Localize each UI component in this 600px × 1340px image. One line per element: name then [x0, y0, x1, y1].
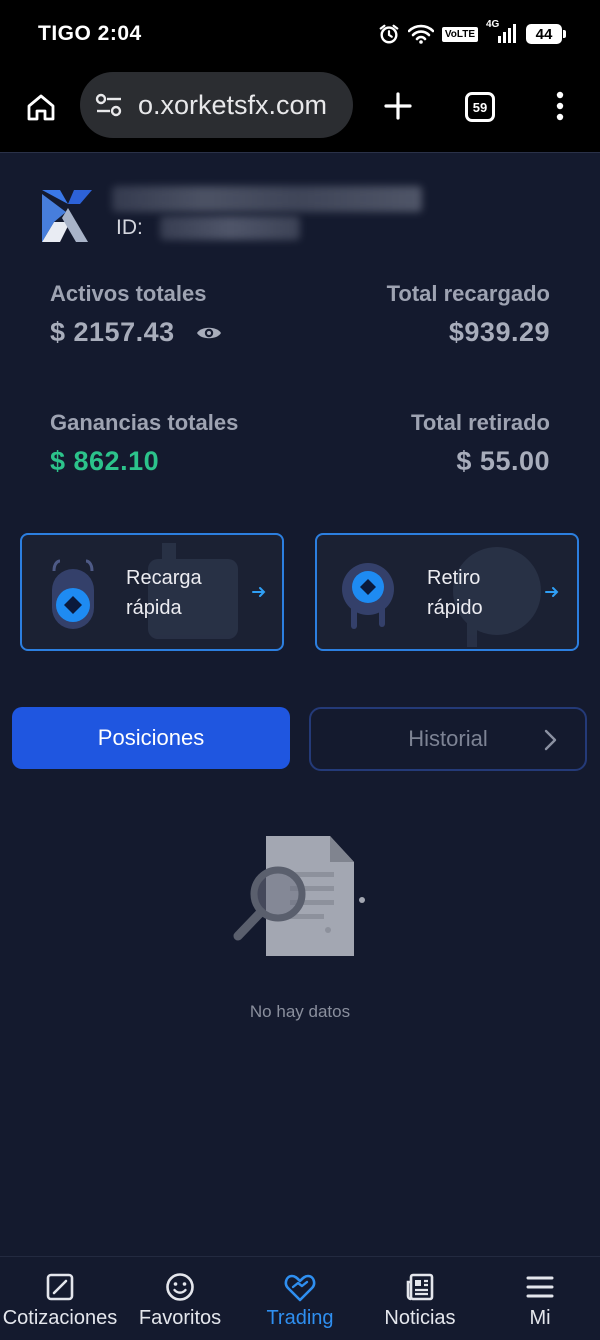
- arrow-right-icon: [545, 587, 559, 597]
- quick-withdraw-card[interactable]: Retiro rápido: [315, 533, 579, 651]
- total-profit-label: Ganancias totales: [50, 410, 239, 435]
- recharge-label-line1: Recarga: [126, 567, 202, 589]
- eye-icon[interactable]: [196, 320, 222, 346]
- recharge-label-line2: rápida: [126, 597, 182, 619]
- total-withdrawn-label: Total retirado: [411, 410, 550, 435]
- nav-item-news[interactable]: Noticias: [360, 1257, 480, 1340]
- carrier-time: TIGO 2:04: [38, 22, 142, 45]
- total-recharged-label: Total recargado: [386, 281, 550, 306]
- account-name-redacted: [112, 186, 422, 212]
- signal-icon: 4G: [486, 20, 518, 44]
- recharge-coin-icon: [52, 559, 94, 629]
- withdraw-label-line1: Retiro: [427, 567, 481, 589]
- quick-recharge-card[interactable]: Recarga rápida: [20, 533, 284, 651]
- account-id-redacted: [160, 216, 300, 240]
- browser-menu-button[interactable]: [548, 86, 572, 126]
- volte-badge: VoLTE: [441, 26, 478, 42]
- address-bar[interactable]: o.xorketsfx.com: [80, 72, 353, 138]
- total-recharged-value: $939.29: [448, 317, 550, 347]
- tab-positions[interactable]: Posiciones: [12, 707, 290, 769]
- chevron-right-icon: [544, 729, 557, 751]
- bottom-navigation: Cotizaciones Favoritos Trading Noticias …: [0, 1256, 600, 1340]
- nav-item-trading[interactable]: Trading: [240, 1257, 360, 1340]
- account-id-label: ID:: [116, 216, 143, 239]
- withdraw-label-line2: rápido: [427, 597, 483, 619]
- nav-item-me[interactable]: Mi: [480, 1257, 600, 1340]
- nav-label-me: Mi: [529, 1307, 551, 1329]
- nav-label-trading: Trading: [266, 1307, 334, 1329]
- nav-item-quotes[interactable]: Cotizaciones: [0, 1257, 120, 1340]
- status-bar: TIGO 2:04 VoLTE 4G 44: [0, 0, 600, 68]
- status-icons: VoLTE 4G 44: [378, 20, 566, 45]
- total-assets-value: $ 2157.43: [50, 317, 175, 347]
- no-data-icon: [233, 836, 365, 956]
- tab-switcher-button[interactable]: 59: [465, 92, 495, 122]
- network-type: 4G: [486, 19, 500, 30]
- chart-square-icon: [44, 1271, 76, 1303]
- site-settings-icon[interactable]: [94, 90, 124, 120]
- total-profit-value: $ 862.10: [50, 446, 160, 476]
- nav-label-favorites: Favoritos: [138, 1307, 222, 1329]
- url-text[interactable]: o.xorketsfx.com: [138, 90, 327, 121]
- withdraw-coin-icon: [342, 563, 394, 629]
- newspaper-icon: [404, 1271, 436, 1303]
- plus-icon: [384, 92, 412, 120]
- total-assets-label: Activos totales: [50, 281, 207, 306]
- tab-history[interactable]: Historial: [309, 707, 587, 771]
- nav-label-news: Noticias: [384, 1307, 456, 1329]
- nav-item-favorites[interactable]: Favoritos: [120, 1257, 240, 1340]
- wifi-icon: [407, 24, 434, 44]
- empty-state-text: No hay datos: [249, 1002, 351, 1021]
- alarm-icon: [378, 23, 400, 45]
- more-vertical-icon: [556, 91, 564, 121]
- total-withdrawn-value: $ 55.00: [456, 446, 550, 476]
- heart-handshake-icon: [284, 1271, 316, 1303]
- tab-history-label: Historial: [408, 726, 488, 751]
- home-button[interactable]: [22, 88, 60, 126]
- menu-lines-icon: [524, 1271, 556, 1303]
- smiley-icon: [164, 1271, 196, 1303]
- battery-indicator: 44: [526, 24, 566, 44]
- new-tab-button[interactable]: [378, 86, 418, 126]
- arrow-right-icon: [252, 587, 266, 597]
- header-divider: [0, 152, 600, 153]
- browser-toolbar: o.xorketsfx.com 59: [0, 68, 600, 152]
- broker-logo: [42, 190, 92, 242]
- home-icon: [27, 94, 55, 121]
